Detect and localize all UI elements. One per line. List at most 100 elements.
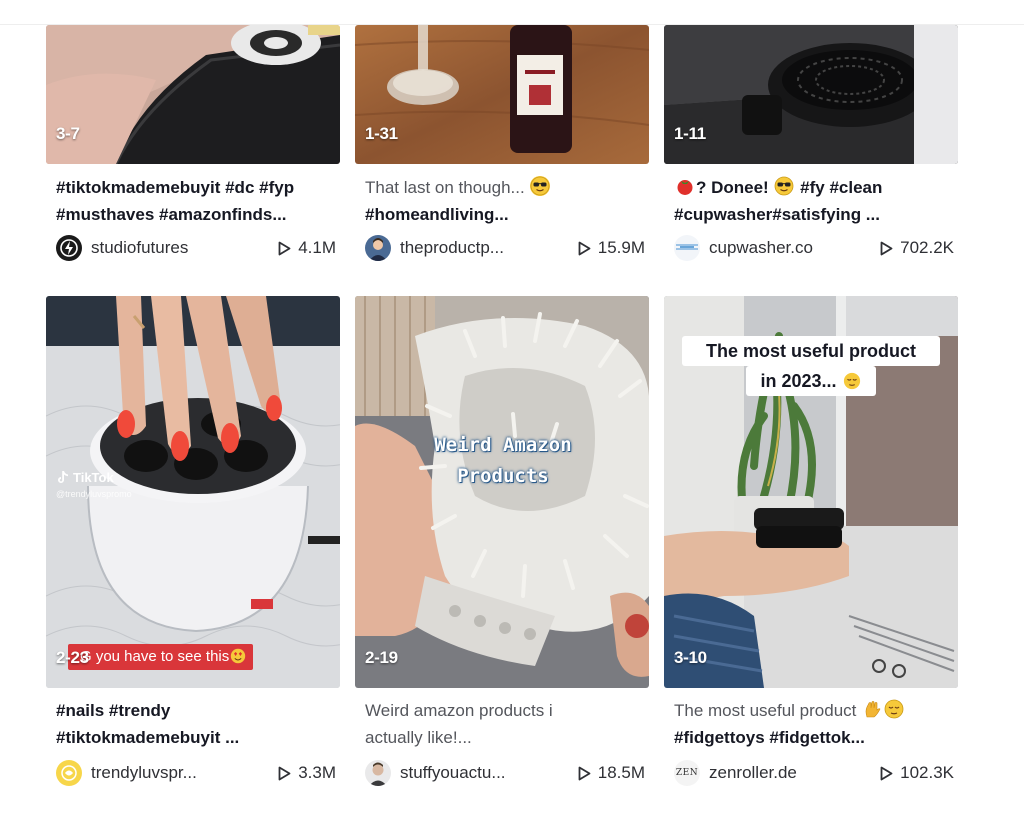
- video-meta: cupwasher.co 702.2K: [674, 235, 956, 261]
- zen-logo[interactable]: ZEN: [674, 760, 700, 786]
- tomato-emoji-icon: [675, 176, 695, 196]
- tiktok-logo-icon: [58, 471, 68, 483]
- view-count-value: 4.1M: [298, 238, 336, 257]
- view-count: 102.3K: [880, 763, 954, 783]
- cupwasher-logo[interactable]: [674, 235, 700, 261]
- video-description[interactable]: ? Donee! #fy #clean #cupwasher#satisfyin…: [674, 174, 954, 228]
- overlay-line-1: Weird Amazon: [434, 434, 572, 456]
- yellow-logo[interactable]: [56, 760, 82, 786]
- watermark-brand: TikTok: [73, 470, 114, 485]
- desc-line-2: #musthaves #amazonfinds...: [56, 205, 287, 224]
- desc-line-2: #tiktokmademebuyit ...: [56, 728, 240, 747]
- view-count-value: 18.5M: [597, 763, 645, 782]
- overlay-line-2-text: in 2023...: [760, 371, 842, 391]
- desc-line-1: The most useful product: [674, 697, 954, 724]
- caption-overlay: G you have to see this: [68, 644, 254, 670]
- overlay-line-2: in 2023...: [746, 366, 876, 396]
- video-thumbnail[interactable]: Weird Amazon Products 2-19: [355, 296, 649, 688]
- video-description[interactable]: The most useful product #fidgettoys #fid…: [674, 697, 954, 751]
- watermark-handle: @trendyluvspromo: [56, 489, 132, 499]
- lightning-logo-icon[interactable]: [56, 235, 82, 261]
- desc-line-1-text: ? Donee!: [696, 178, 774, 197]
- relieved-emoji-icon: [843, 372, 861, 390]
- desc-line-2: #homeandliving...: [365, 205, 509, 224]
- heart-eyes-emoji-icon: [230, 648, 246, 664]
- author-name[interactable]: trendyluvspr...: [91, 763, 278, 783]
- sunglasses-emoji-icon: [774, 176, 794, 196]
- play-icon: [880, 766, 893, 780]
- video-title-overlay: Weird Amazon Products: [413, 430, 593, 492]
- zen-logo-text: ZEN: [675, 768, 699, 778]
- author-name[interactable]: theproductp...: [400, 238, 578, 258]
- video-meta: studiofutures 4.1M: [56, 235, 338, 261]
- video-meta: theproductp... 15.9M: [365, 235, 647, 261]
- desc-line-1-tags: #fy #clean: [795, 178, 883, 197]
- overlay-line-2: Products: [457, 465, 549, 487]
- video-meta: trendyluvspr... 3.3M: [56, 760, 338, 786]
- play-icon: [880, 241, 893, 255]
- view-count-value: 3.3M: [298, 763, 336, 782]
- desc-line-2: #fidgettoys #fidgettok...: [674, 728, 865, 747]
- video-description[interactable]: Weird amazon products i actually like!..…: [365, 697, 645, 751]
- video-thumbnail[interactable]: 1-31: [355, 25, 649, 164]
- video-card-6[interactable]: The most useful product in 2023... 3-10 …: [664, 296, 958, 796]
- view-count-value: 15.9M: [597, 238, 645, 257]
- play-icon: [278, 766, 291, 780]
- video-thumbnail[interactable]: TikTok @trendyluvspromo G you have to se…: [46, 296, 340, 688]
- thumbnail-image: [46, 25, 340, 164]
- thumbnail-image: [355, 25, 649, 164]
- view-count-value: 102.3K: [900, 763, 954, 782]
- view-count: 18.5M: [578, 763, 645, 783]
- person-avatar[interactable]: [365, 760, 391, 786]
- hand-emoji-icon: [862, 699, 882, 719]
- author-name[interactable]: cupwasher.co: [709, 238, 880, 258]
- view-count: 3.3M: [278, 763, 336, 783]
- person-avatar[interactable]: [365, 235, 391, 261]
- video-meta: stuffyouactu... 18.5M: [365, 760, 647, 786]
- video-card-5[interactable]: Weird Amazon Products 2-19 Weird amazon …: [355, 296, 649, 796]
- pin-count: 1-11: [674, 124, 706, 143]
- view-count: 702.2K: [880, 238, 954, 258]
- desc-line-2: #cupwasher#satisfying ...: [674, 205, 880, 224]
- video-thumbnail[interactable]: 3-7: [46, 25, 340, 164]
- author-name[interactable]: stuffyouactu...: [400, 763, 578, 783]
- video-meta: ZEN zenroller.de 102.3K: [674, 760, 956, 786]
- video-card-3[interactable]: 1-11 ? Donee! #fy #clean #cupwasher#sati…: [664, 25, 958, 270]
- view-count-value: 702.2K: [900, 238, 954, 257]
- play-icon: [278, 241, 291, 255]
- overlay-line-1: The most useful product: [682, 336, 940, 366]
- video-description[interactable]: #tiktokmademebuyit #dc #fyp #musthaves #…: [56, 174, 336, 228]
- video-description[interactable]: #nails #trendy #tiktokmademebuyit ...: [56, 697, 336, 751]
- desc-line-1: #tiktokmademebuyit #dc #fyp: [56, 178, 295, 197]
- pin-count: 3-7: [56, 124, 80, 143]
- video-card-4[interactable]: TikTok @trendyluvspromo G you have to se…: [46, 296, 340, 796]
- play-icon: [578, 766, 591, 780]
- video-card-2[interactable]: 1-31 That last on though... #homeandlivi…: [355, 25, 649, 270]
- pin-count: 3-10: [674, 648, 707, 667]
- desc-line-1: Weird amazon products i: [365, 701, 553, 720]
- desc-line-1: ? Donee! #fy #clean: [674, 174, 954, 201]
- desc-line-1-text: The most useful product: [674, 701, 862, 720]
- tiktok-watermark: TikTok: [56, 470, 114, 485]
- sunglasses-emoji-icon: [530, 176, 551, 196]
- desc-line-1-text: That last on though...: [365, 178, 530, 197]
- desc-line-1: That last on though...: [365, 174, 645, 201]
- relieved-emoji-icon: [884, 699, 904, 719]
- video-description[interactable]: That last on though... #homeandliving...: [365, 174, 645, 228]
- author-name[interactable]: zenroller.de: [709, 763, 880, 783]
- video-thumbnail[interactable]: The most useful product in 2023... 3-10: [664, 296, 958, 688]
- caption-overlay-text: G you have to see this: [80, 648, 230, 665]
- view-count: 15.9M: [578, 238, 645, 258]
- pin-count: 2-19: [365, 648, 398, 667]
- video-card-1[interactable]: 3-7 #tiktokmademebuyit #dc #fyp #musthav…: [46, 25, 340, 270]
- view-count: 4.1M: [278, 238, 336, 258]
- pin-count: 1-31: [365, 124, 398, 143]
- thumbnail-image: [355, 296, 649, 688]
- thumbnail-image: [664, 25, 958, 164]
- pin-count: 2-23: [56, 648, 89, 667]
- play-icon: [578, 241, 591, 255]
- video-thumbnail[interactable]: 1-11: [664, 25, 958, 164]
- desc-line-2: actually like!...: [365, 728, 472, 747]
- author-name[interactable]: studiofutures: [91, 238, 278, 258]
- desc-line-1: #nails #trendy: [56, 701, 171, 720]
